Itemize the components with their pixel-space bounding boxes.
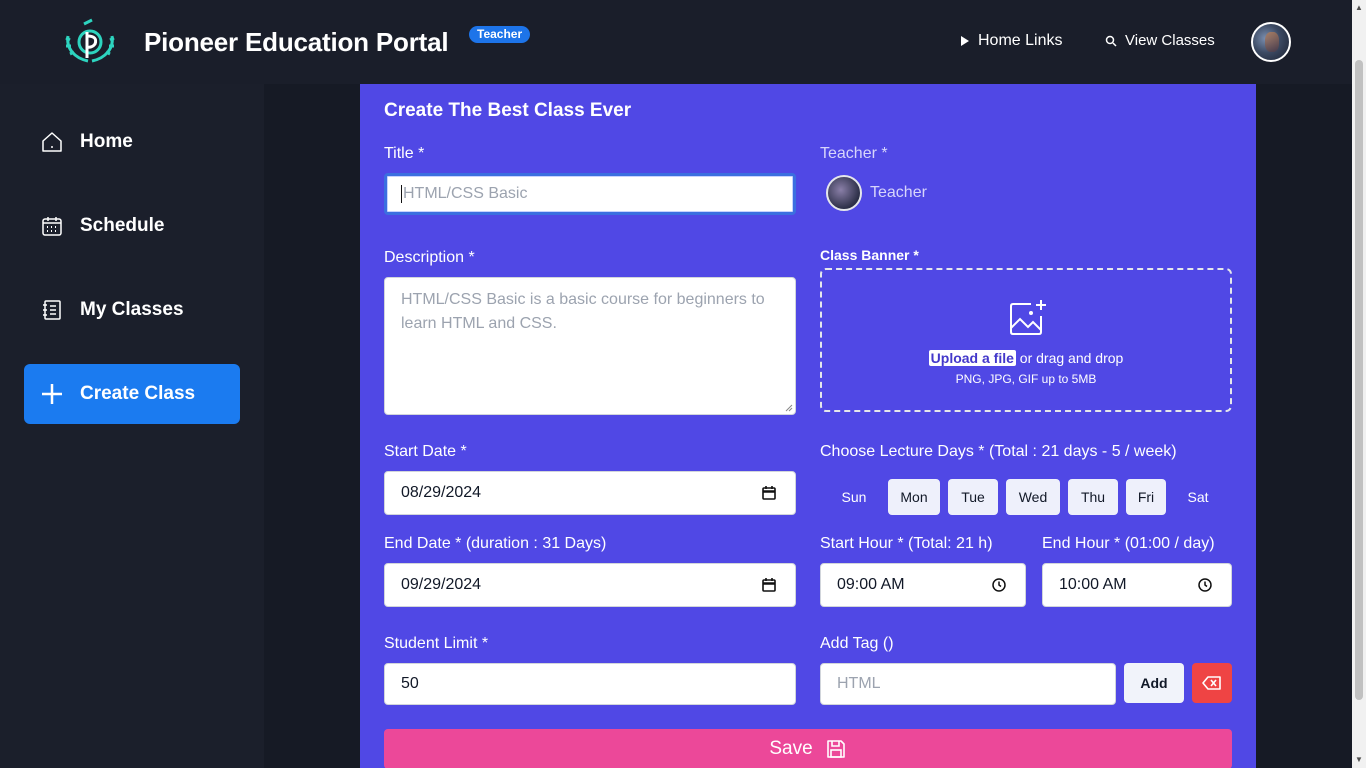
student-limit-input[interactable]: 50 (384, 663, 796, 705)
day-thu[interactable]: Thu (1068, 479, 1118, 515)
clock-icon[interactable] (991, 577, 1007, 593)
add-tag-button[interactable]: Add (1124, 663, 1184, 703)
sidebar-item-label: Schedule (80, 215, 165, 236)
end-hour-input[interactable]: 10:00 AM (1042, 563, 1232, 607)
student-limit-label: Student Limit * (384, 635, 489, 652)
tag-placeholder: HTML (837, 675, 881, 692)
nav-home-links-label: Home Links (978, 32, 1063, 49)
portal-logo-icon[interactable] (62, 18, 118, 66)
end-hour-value: 10:00 AM (1059, 576, 1127, 593)
scroll-thumb[interactable] (1355, 60, 1363, 700)
top-header: Pioneer Education Portal Teacher Home Li… (0, 0, 1352, 84)
nav-home-links[interactable]: Home Links (960, 32, 1062, 50)
title-placeholder: HTML/CSS Basic (403, 185, 528, 202)
start-date-label: Start Date * (384, 443, 467, 460)
search-icon (1105, 35, 1117, 47)
day-fri[interactable]: Fri (1126, 479, 1166, 515)
start-date-value: 08/29/2024 (401, 484, 482, 501)
notebook-icon (43, 300, 61, 320)
start-hour-value: 09:00 AM (837, 576, 905, 593)
calendar-icon (42, 217, 62, 236)
nav-view-classes[interactable]: View Classes (1105, 32, 1215, 49)
nav-view-classes-label: View Classes (1125, 32, 1215, 49)
sidebar-item-label: Create Class (80, 383, 196, 404)
description-label: Description * (384, 249, 475, 266)
teacher-label: Teacher * (820, 145, 888, 162)
role-badge: Teacher (469, 26, 531, 43)
page-scrollbar[interactable]: ▲ ▼ (1352, 0, 1366, 768)
day-wed[interactable]: Wed (1006, 479, 1060, 515)
teacher-display: Teacher (826, 175, 927, 211)
calendar-picker-icon[interactable] (761, 577, 777, 593)
calendar-picker-icon[interactable] (761, 485, 777, 501)
upload-line: Upload a file or drag and drop (822, 350, 1230, 366)
sidebar-item-label: My Classes (80, 299, 184, 320)
save-button[interactable]: Save (384, 729, 1232, 768)
start-hour-input[interactable]: 09:00 AM (820, 563, 1026, 607)
title-input[interactable]: HTML/CSS Basic (384, 173, 796, 215)
file-type-hint: PNG, JPG, GIF up to 5MB (955, 372, 1097, 386)
sidebar-item-create-class[interactable]: Create Class (24, 364, 240, 424)
play-icon (961, 36, 969, 46)
scroll-down-icon[interactable]: ▼ (1355, 756, 1363, 764)
save-icon (826, 740, 845, 758)
teacher-avatar (826, 175, 862, 211)
plus-icon (42, 384, 62, 404)
end-hour-label: End Hour * (01:00 / day) (1042, 535, 1215, 552)
student-limit-value: 50 (401, 675, 419, 692)
home-icon (42, 132, 62, 152)
banner-label: Class Banner * (820, 247, 919, 263)
sidebar-item-home[interactable]: Home (24, 112, 240, 172)
scroll-up-icon[interactable]: ▲ (1355, 4, 1363, 12)
day-sun[interactable]: Sun (832, 479, 876, 515)
clear-tags-button[interactable] (1192, 663, 1232, 703)
teacher-name: Teacher (870, 184, 927, 201)
brand-title[interactable]: Pioneer Education Portal (144, 27, 449, 58)
user-avatar[interactable] (1251, 22, 1291, 62)
description-textarea[interactable]: HTML/CSS Basic is a basic course for beg… (384, 277, 796, 415)
form-heading: Create The Best Class Ever (384, 100, 632, 121)
lecture-days-label: Choose Lecture Days * (Total : 21 days -… (820, 443, 1177, 460)
tag-input[interactable]: HTML (820, 663, 1116, 705)
sidebar: Home Schedule My Classes Create Class (0, 84, 264, 768)
end-date-input[interactable]: 09/29/2024 (384, 563, 796, 607)
text-caret (401, 185, 402, 203)
sidebar-item-my-classes[interactable]: My Classes (24, 280, 240, 340)
resize-handle-icon[interactable] (785, 404, 793, 412)
title-label: Title * (384, 145, 425, 162)
sidebar-item-label: Home (80, 131, 133, 152)
save-label: Save (769, 738, 813, 759)
drag-drop-text: or drag and drop (1019, 350, 1124, 366)
image-add-icon (1010, 300, 1046, 335)
start-date-input[interactable]: 08/29/2024 (384, 471, 796, 515)
banner-dropzone[interactable]: Upload a file or drag and drop PNG, JPG,… (820, 268, 1232, 412)
add-tag-label: Add Tag () (820, 635, 894, 652)
end-date-value: 09/29/2024 (401, 576, 482, 593)
backspace-icon (1202, 676, 1221, 690)
end-date-label: End Date * (duration : 31 Days) (384, 535, 607, 552)
day-sat[interactable]: Sat (1176, 479, 1220, 515)
description-placeholder: HTML/CSS Basic is a basic course for beg… (401, 291, 765, 332)
upload-file-link[interactable]: Upload a file (928, 350, 1016, 366)
day-mon[interactable]: Mon (888, 479, 940, 515)
day-tue[interactable]: Tue (948, 479, 998, 515)
sidebar-item-schedule[interactable]: Schedule (24, 196, 240, 256)
start-hour-label: Start Hour * (Total: 21 h) (820, 535, 993, 552)
clock-icon[interactable] (1197, 577, 1213, 593)
